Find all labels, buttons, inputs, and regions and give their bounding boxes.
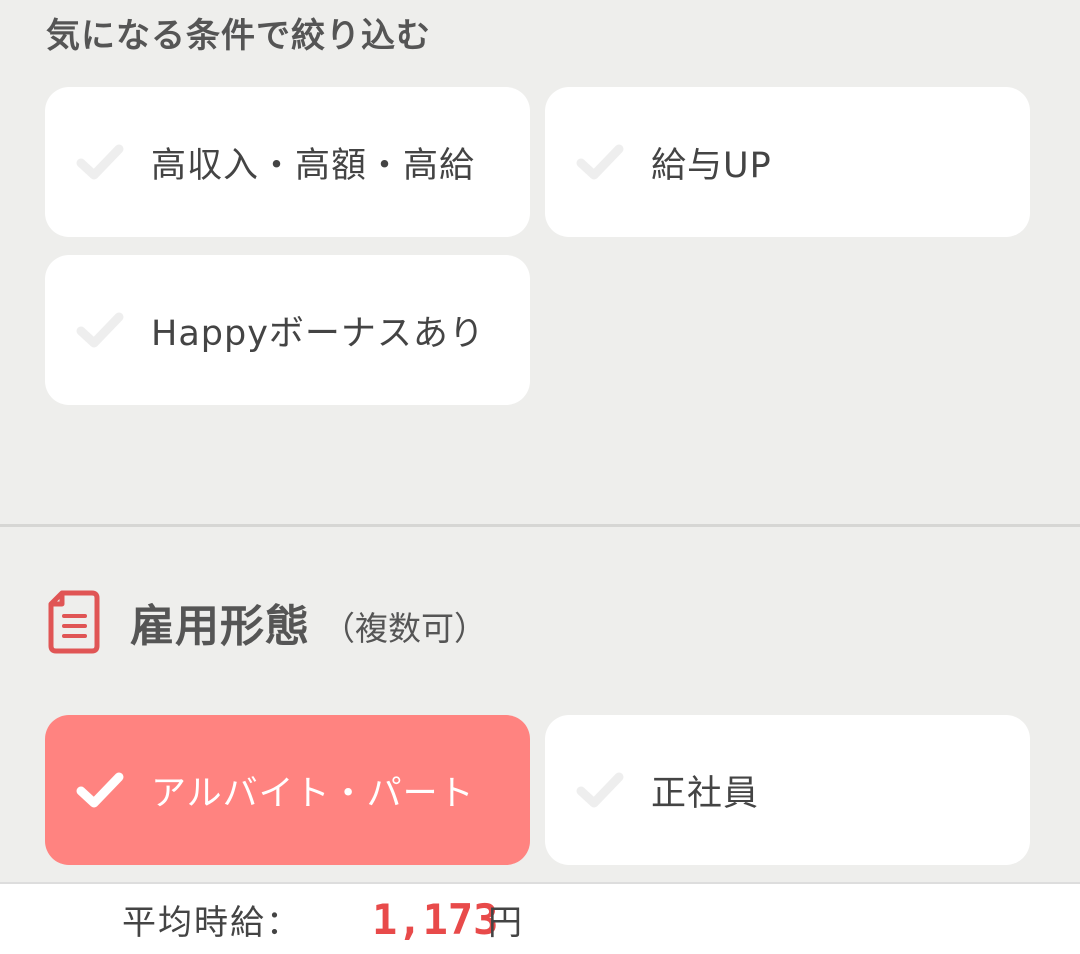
average-wage-bar: 平均時給： 1,173 円 [0, 882, 1080, 954]
option-happy-bonus[interactable]: Happyボーナスあり [45, 255, 530, 405]
average-wage-label: 平均時給： [122, 902, 302, 943]
check-icon [76, 772, 124, 808]
option-high-income[interactable]: 高収入・高額・高給 [45, 87, 530, 237]
average-wage-value: 1,173 [372, 894, 499, 944]
option-label: Happyボーナスあり [151, 313, 485, 354]
check-icon [76, 312, 124, 348]
employment-section-header: 雇用形態 （複数可） [48, 590, 487, 654]
option-full-time[interactable]: 正社員 [545, 715, 1030, 865]
option-label: アルバイト・パート [151, 773, 475, 814]
check-icon [76, 144, 124, 180]
document-icon [48, 590, 100, 654]
section-subtitle: （複数可） [322, 609, 487, 648]
check-icon [576, 772, 624, 808]
option-label: 給与UP [651, 145, 772, 186]
average-wage-unit: 円 [488, 902, 522, 943]
option-part-time[interactable]: アルバイト・パート [45, 715, 530, 865]
filter-heading: 気になる条件で絞り込む [46, 16, 431, 56]
section-title: 雇用形態 [130, 601, 310, 652]
check-icon [576, 144, 624, 180]
option-salary-up[interactable]: 給与UP [545, 87, 1030, 237]
section-divider [0, 524, 1080, 527]
option-label: 正社員 [651, 773, 760, 814]
option-label: 高収入・高額・高給 [151, 145, 476, 186]
